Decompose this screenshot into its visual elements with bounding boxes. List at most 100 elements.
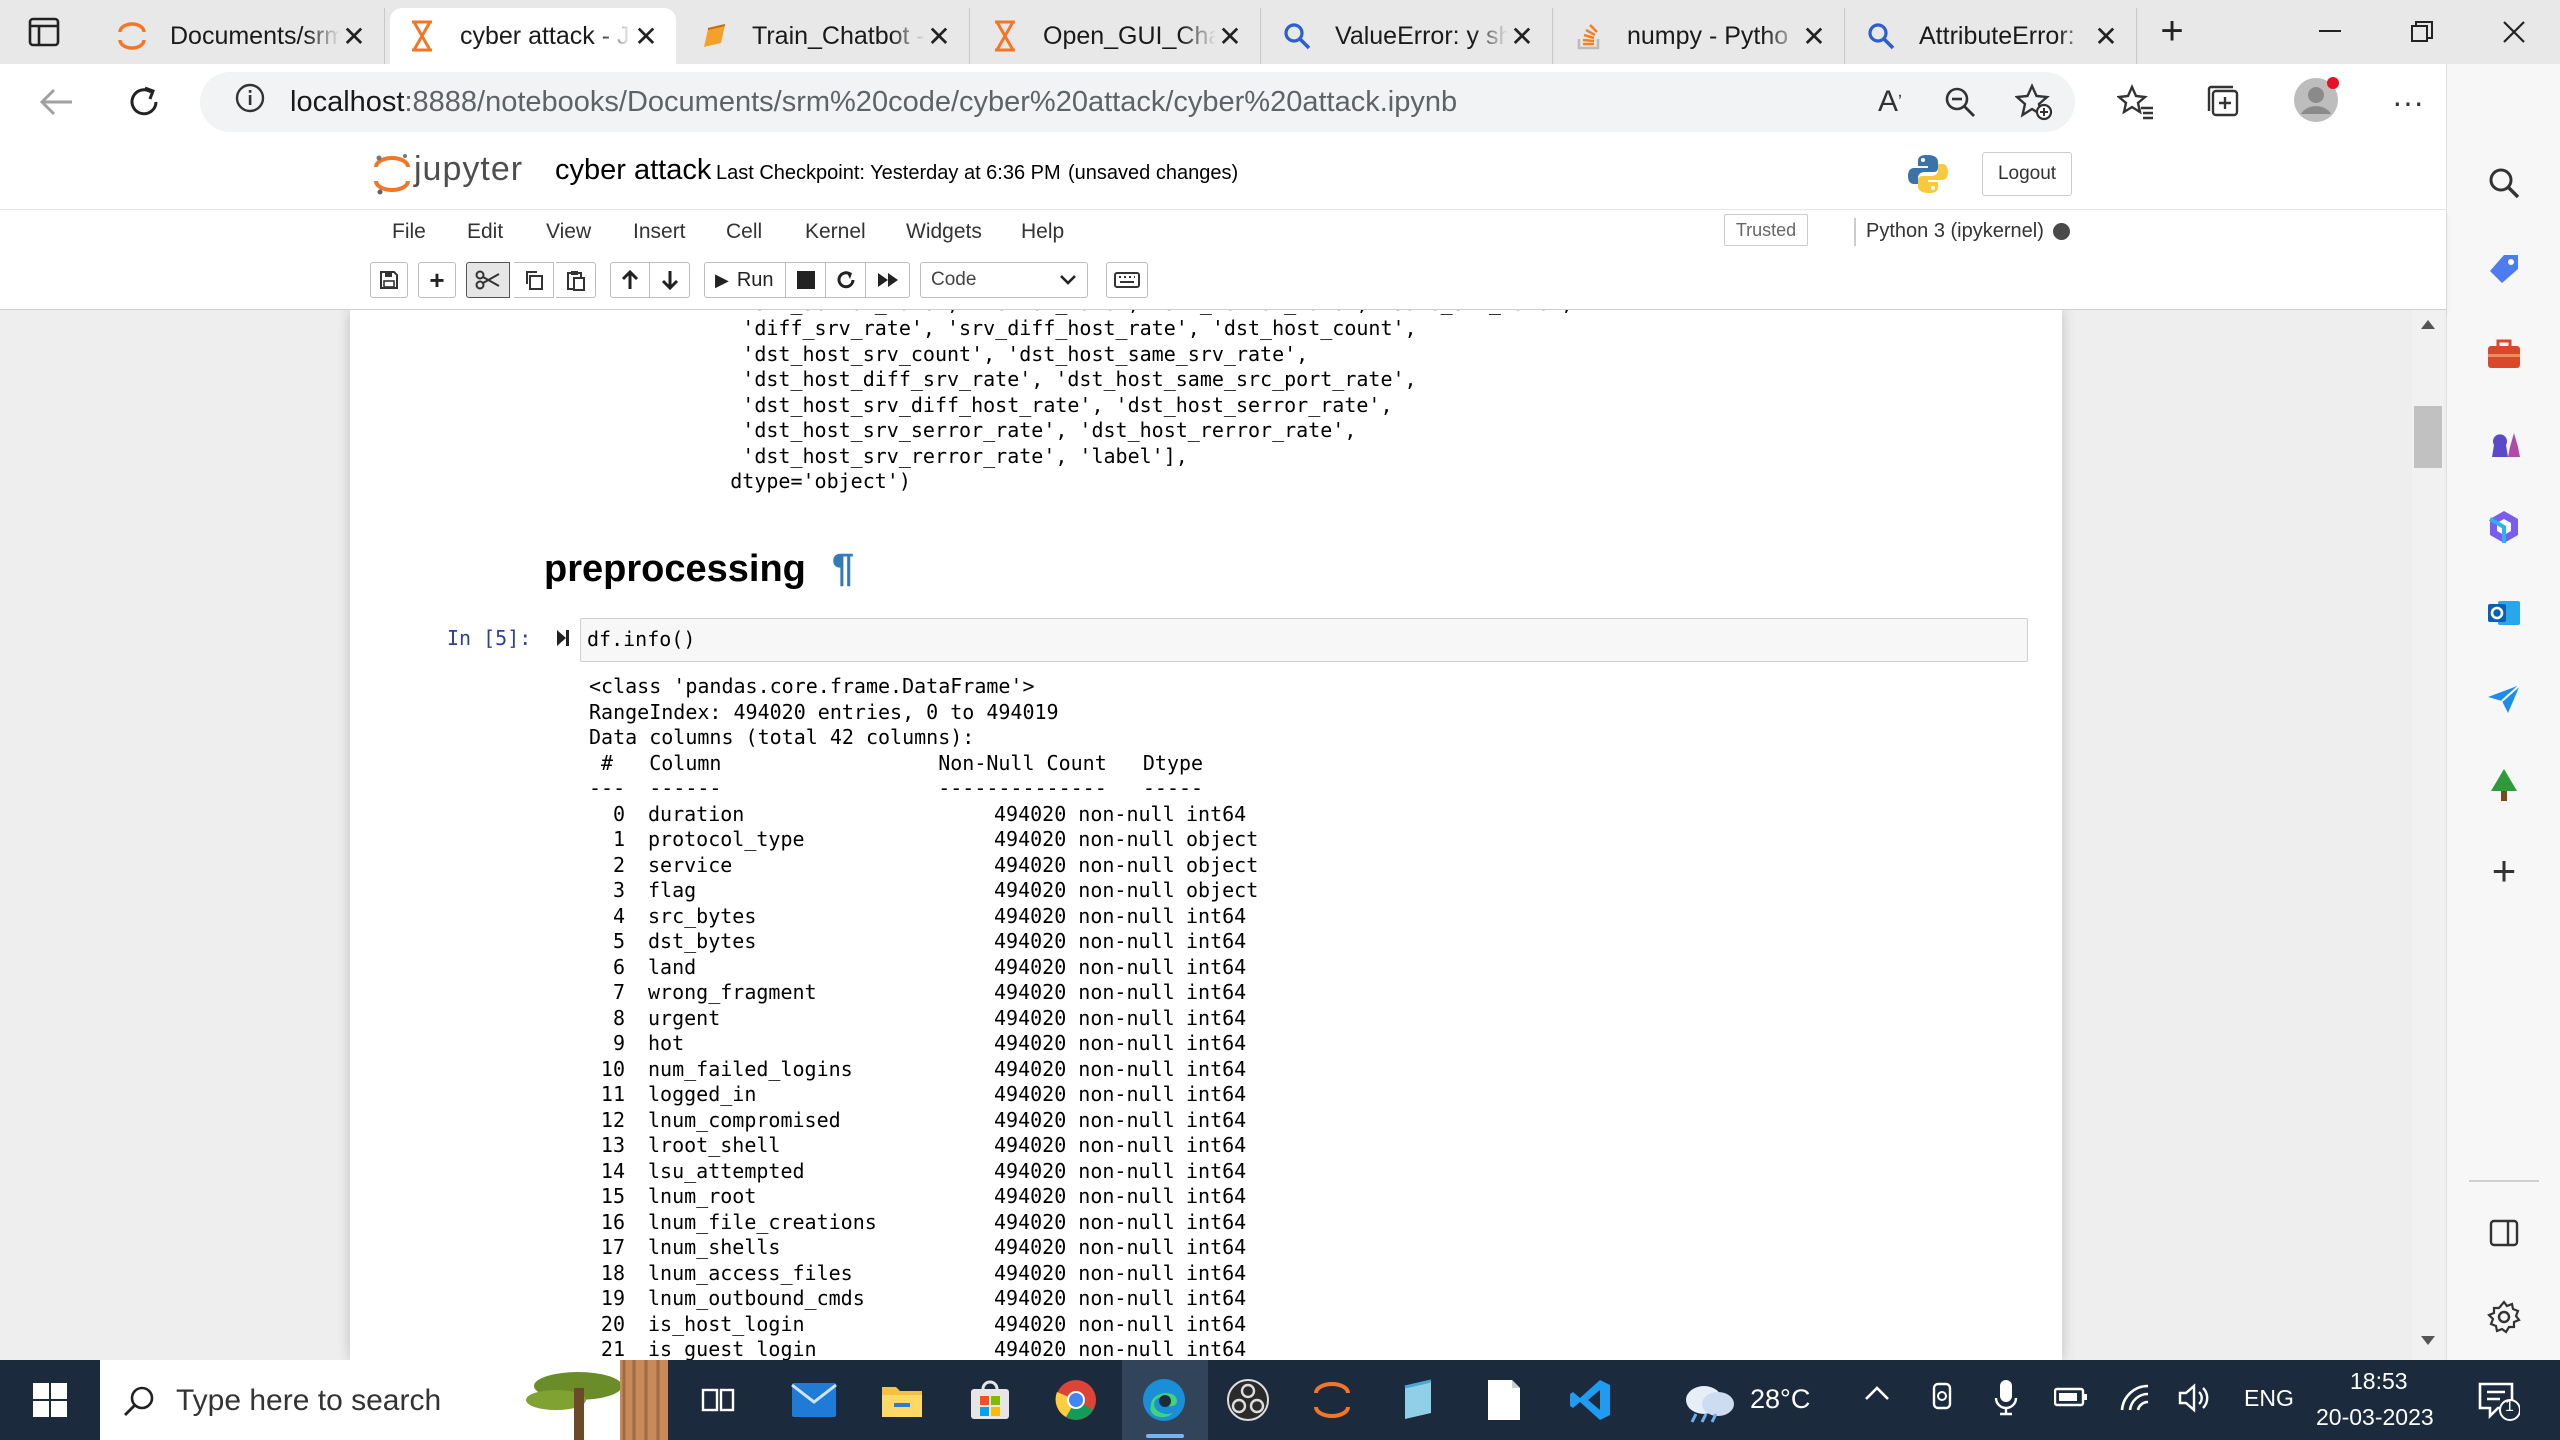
- hide-sidebar-icon[interactable]: [2481, 1210, 2527, 1256]
- volume-icon[interactable]: [2178, 1382, 2214, 1421]
- browser-tab[interactable]: Open_GUI_Cha ✕: [973, 8, 1261, 64]
- browser-tab[interactable]: Documents/srm ✕: [100, 8, 385, 64]
- trusted-badge[interactable]: Trusted: [1724, 214, 1808, 246]
- read-aloud-icon[interactable]: Aʼ: [1866, 78, 1914, 126]
- task-view-icon[interactable]: [690, 1372, 746, 1428]
- tree-icon[interactable]: [2481, 762, 2527, 808]
- menu-cell[interactable]: Cell: [726, 220, 762, 244]
- menu-view[interactable]: View: [546, 220, 591, 244]
- microsoft365-icon[interactable]: [2481, 504, 2527, 550]
- more-options-icon[interactable]: ···: [2384, 78, 2432, 126]
- microsoft-store-icon[interactable]: [962, 1372, 1018, 1428]
- settings-gear-icon[interactable]: [2481, 1294, 2527, 1340]
- browser-tab[interactable]: AttributeError: ✕: [1849, 8, 2137, 64]
- interrupt-kernel-button[interactable]: [786, 262, 826, 298]
- cut-button[interactable]: [466, 262, 510, 298]
- weather-temperature[interactable]: 28°C: [1750, 1384, 1810, 1415]
- page-scrollbar[interactable]: [2412, 310, 2444, 1360]
- site-info-icon[interactable]: [234, 82, 266, 122]
- code-input-area[interactable]: df.info(): [580, 618, 2028, 662]
- scrollbar-thumb[interactable]: [2414, 406, 2442, 468]
- browser-tab[interactable]: numpy - Pytho ✕: [1557, 8, 1845, 64]
- file-explorer-icon[interactable]: [874, 1372, 930, 1428]
- markdown-cell[interactable]: preprocessing ¶: [544, 546, 854, 591]
- add-sidebar-app-icon[interactable]: +: [2481, 847, 2527, 894]
- clock-time[interactable]: 18:53: [2350, 1368, 2408, 1395]
- search-icon[interactable]: [2481, 160, 2527, 206]
- tools-briefcase-icon[interactable]: [2481, 332, 2527, 378]
- move-down-button[interactable]: [650, 262, 690, 298]
- restart-run-all-button[interactable]: [866, 262, 910, 298]
- close-tab-icon[interactable]: ✕: [1800, 20, 1828, 53]
- anchor-link[interactable]: ¶: [832, 546, 854, 591]
- save-button[interactable]: [370, 262, 408, 298]
- vscode-icon[interactable]: [1562, 1372, 1618, 1428]
- close-window-button[interactable]: [2468, 0, 2560, 64]
- browser-tab-active[interactable]: cyber attack - J ✕: [390, 8, 676, 64]
- windows-start-icon[interactable]: [22, 1372, 78, 1428]
- close-tab-icon[interactable]: ✕: [2092, 20, 2120, 53]
- notifications-icon[interactable]: 1: [2476, 1378, 2521, 1429]
- send-paper-plane-icon[interactable]: [2481, 676, 2527, 722]
- taskbar-search-box[interactable]: Type here to search: [100, 1360, 668, 1440]
- restart-kernel-button[interactable]: [826, 262, 866, 298]
- close-tab-icon[interactable]: ✕: [340, 20, 368, 53]
- insert-cell-button[interactable]: +: [418, 262, 456, 298]
- close-tab-icon[interactable]: ✕: [1216, 20, 1244, 53]
- mail-app-icon[interactable]: [786, 1372, 842, 1428]
- close-tab-icon[interactable]: ✕: [632, 20, 660, 53]
- tab-actions-icon[interactable]: [26, 14, 62, 50]
- input-language[interactable]: ENG: [2244, 1385, 2294, 1412]
- new-tab-button[interactable]: +: [2150, 10, 2194, 54]
- collections-icon[interactable]: [2200, 78, 2248, 126]
- chrome-icon[interactable]: [1048, 1372, 1104, 1428]
- obs-studio-icon[interactable]: [1220, 1372, 1276, 1428]
- refresh-icon[interactable]: [120, 78, 168, 126]
- weather-cloud-icon[interactable]: [1678, 1374, 1738, 1424]
- back-arrow-icon[interactable]: [32, 78, 80, 126]
- meet-now-icon[interactable]: [1928, 1380, 1956, 1423]
- add-favorite-icon[interactable]: [2010, 78, 2058, 126]
- shopping-tag-icon[interactable]: [2481, 246, 2527, 292]
- notebook-name[interactable]: cyber attack: [555, 154, 711, 187]
- scroll-up-arrow-icon[interactable]: [2421, 320, 2435, 329]
- paste-button[interactable]: [556, 262, 596, 298]
- menu-file[interactable]: File: [392, 220, 426, 244]
- kernel-name[interactable]: Python 3 (ipykernel): [1866, 220, 2044, 243]
- menu-kernel[interactable]: Kernel: [805, 220, 866, 244]
- close-tab-icon[interactable]: ✕: [925, 20, 953, 53]
- scroll-down-arrow-icon[interactable]: [2421, 1336, 2435, 1345]
- wifi-icon[interactable]: [2118, 1382, 2152, 1419]
- run-cell-icon[interactable]: [556, 628, 570, 648]
- notepad-app-icon[interactable]: [1390, 1372, 1446, 1428]
- menu-edit[interactable]: Edit: [467, 220, 503, 244]
- command-palette-button[interactable]: [1106, 262, 1148, 298]
- edge-browser-icon[interactable]: [1136, 1372, 1192, 1428]
- jupyter-app-icon[interactable]: [1304, 1372, 1360, 1428]
- clock-date[interactable]: 20-03-2023: [2316, 1404, 2434, 1431]
- document-app-icon[interactable]: [1476, 1372, 1532, 1428]
- profile-avatar[interactable]: [2292, 76, 2340, 124]
- run-button[interactable]: ▶ Run: [704, 262, 786, 298]
- logout-button[interactable]: Logout: [1982, 152, 2072, 196]
- battery-icon[interactable]: [2053, 1386, 2088, 1415]
- restore-button[interactable]: [2376, 0, 2468, 64]
- copy-button[interactable]: [514, 262, 554, 298]
- close-tab-icon[interactable]: ✕: [1508, 20, 1536, 53]
- move-up-button[interactable]: [610, 262, 650, 298]
- menu-help[interactable]: Help: [1021, 220, 1064, 244]
- show-hidden-icons-chevron-icon[interactable]: [1862, 1382, 1892, 1410]
- outlook-icon[interactable]: [2481, 590, 2527, 636]
- microphone-icon[interactable]: [1994, 1378, 2018, 1425]
- jupyter-logo-icon[interactable]: [374, 152, 410, 196]
- address-bar[interactable]: localhost:8888/notebooks/Documents/srm%2…: [200, 72, 2075, 132]
- minimize-button[interactable]: [2284, 0, 2376, 64]
- menu-widgets[interactable]: Widgets: [906, 220, 982, 244]
- favorites-icon[interactable]: [2112, 78, 2160, 126]
- menu-insert[interactable]: Insert: [633, 220, 686, 244]
- games-chess-icon[interactable]: [2481, 418, 2527, 464]
- browser-tab[interactable]: Train_Chatbot - ✕: [682, 8, 970, 64]
- zoom-out-icon[interactable]: [1936, 78, 1984, 126]
- cell-type-select[interactable]: Code: [920, 262, 1088, 298]
- browser-tab[interactable]: ValueError: y sh ✕: [1265, 8, 1553, 64]
